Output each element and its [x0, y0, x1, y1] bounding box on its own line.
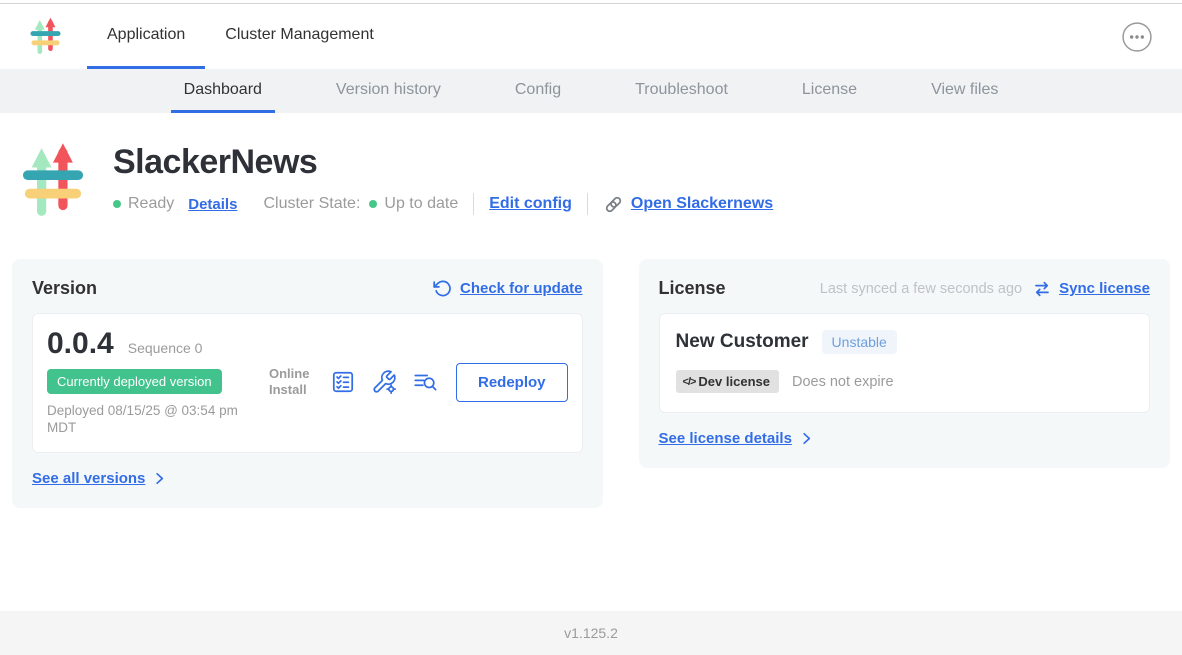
subtab-dashboard[interactable]: Dashboard — [171, 69, 275, 113]
open-slackernews-link[interactable]: Open Slackernews — [631, 195, 773, 213]
license-type-badge: </> Dev license — [676, 370, 779, 393]
overflow-menu-button[interactable] — [1122, 22, 1152, 52]
slackernews-logo-large — [22, 140, 84, 222]
page-title: SlackerNews — [113, 143, 773, 182]
ellipsis-circle-icon — [1122, 22, 1152, 52]
app-header: SlackerNews Ready Details Cluster State:… — [22, 140, 1182, 222]
version-number: 0.0.4 — [47, 328, 114, 360]
app-status-row: Ready Details Cluster State: Up to date … — [113, 193, 773, 215]
divider — [587, 193, 588, 215]
subtab-config[interactable]: Config — [502, 69, 574, 113]
current-version-panel: 0.0.4 Sequence 0 Currently deployed vers… — [32, 313, 583, 453]
license-last-synced: Last synced a few seconds ago — [820, 281, 1022, 297]
cluster-state-label: Cluster State: — [263, 195, 360, 213]
license-type-label: Dev license — [698, 374, 770, 389]
console-version: v1.125.2 — [564, 625, 618, 641]
console-footer: v1.125.2 — [0, 611, 1182, 655]
subtab-version-history[interactable]: Version history — [323, 69, 454, 113]
slackernews-logo-icon — [30, 4, 61, 69]
refresh-icon — [433, 279, 452, 298]
sync-license-label: Sync license — [1059, 280, 1150, 297]
customer-name: New Customer — [676, 331, 809, 353]
preflight-checks-icon[interactable] — [330, 369, 356, 395]
app-subnav: Dashboard Version history Config Trouble… — [0, 69, 1182, 113]
sync-arrows-icon — [1033, 280, 1051, 298]
divider — [473, 193, 474, 215]
cluster-state-value: Up to date — [384, 195, 458, 213]
channel-badge: Unstable — [822, 330, 897, 354]
see-all-versions-link[interactable]: See all versions — [32, 470, 167, 487]
license-expiry: Does not expire — [792, 374, 894, 390]
tab-cluster-management-label: Cluster Management — [225, 26, 374, 44]
version-card: Version Check for update 0.0.4 Sequ — [12, 259, 603, 508]
chevron-right-icon — [152, 471, 167, 486]
check-for-update-link[interactable]: Check for update — [433, 279, 583, 298]
version-card-title: Version — [32, 278, 97, 299]
details-link[interactable]: Details — [188, 196, 237, 213]
deploy-logs-icon[interactable] — [412, 369, 438, 395]
deployed-status-badge: Currently deployed version — [47, 369, 222, 394]
tab-cluster-management[interactable]: Cluster Management — [205, 4, 394, 69]
cluster-state-dot-icon — [369, 200, 377, 208]
tab-application-label: Application — [107, 26, 185, 44]
sync-license-link[interactable]: Sync license — [1033, 280, 1150, 298]
tab-application[interactable]: Application — [87, 4, 205, 69]
app-status-dot-icon — [113, 200, 121, 208]
redeploy-button[interactable]: Redeploy — [456, 363, 568, 402]
license-card-title: License — [659, 278, 726, 299]
top-navbar: Application Cluster Management — [0, 4, 1182, 69]
chevron-right-icon — [799, 431, 814, 446]
code-brackets-icon: </> — [683, 376, 696, 388]
app-status-text: Ready — [128, 195, 174, 213]
link-chain-icon — [603, 194, 624, 215]
dashboard-cards: Version Check for update 0.0.4 Sequ — [12, 259, 1170, 508]
see-license-details-link[interactable]: See license details — [659, 430, 814, 447]
config-wrench-icon[interactable] — [371, 369, 397, 395]
version-sequence: Sequence 0 — [128, 340, 203, 356]
license-card: License Last synced a few seconds ago Sy… — [639, 259, 1170, 468]
subtab-license[interactable]: License — [789, 69, 870, 113]
license-details-panel: New Customer Unstable </> Dev license Do… — [659, 313, 1150, 413]
edit-config-link[interactable]: Edit config — [489, 195, 572, 213]
subtab-view-files[interactable]: View files — [918, 69, 1011, 113]
install-type-label: Online Install — [269, 366, 315, 399]
subtab-troubleshoot[interactable]: Troubleshoot — [622, 69, 741, 113]
see-all-versions-label: See all versions — [32, 470, 145, 487]
see-license-details-label: See license details — [659, 430, 792, 447]
dashboard-main: SlackerNews Ready Details Cluster State:… — [0, 140, 1182, 508]
check-for-update-label: Check for update — [460, 280, 583, 297]
deployed-timestamp: Deployed 08/15/25 @ 03:54 pm MDT — [47, 402, 259, 437]
top-nav-tabs: Application Cluster Management — [87, 4, 394, 69]
